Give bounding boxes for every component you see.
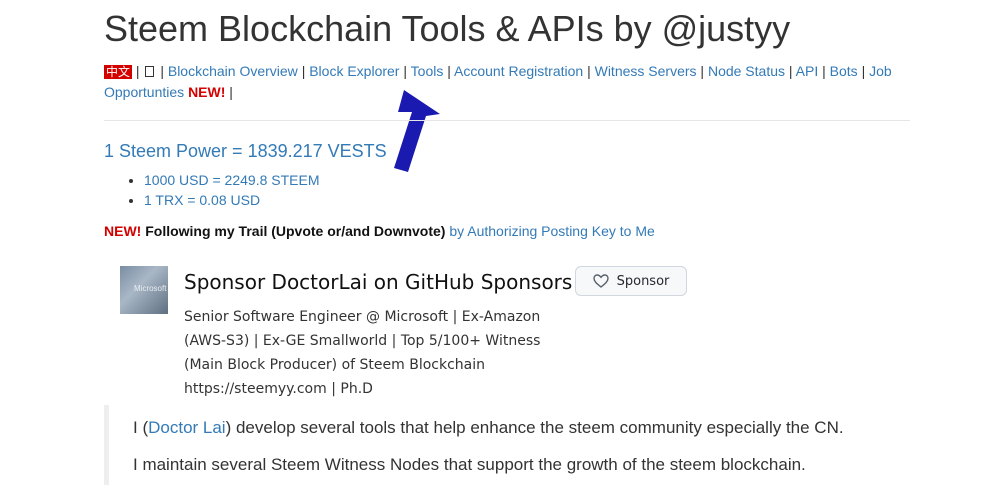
divider: [104, 120, 910, 121]
top-nav: 中文 | | Blockchain Overview | Block Explo…: [104, 61, 904, 102]
nav-link-node-status[interactable]: Node Status: [708, 63, 785, 79]
new-badge: NEW!: [104, 223, 142, 239]
nav-separator: |: [447, 63, 451, 79]
steem-power-heading: 1 Steem Power = 1839.217 VESTS: [104, 141, 387, 161]
nav-link-block-explorer[interactable]: Block Explorer: [309, 63, 399, 79]
nav-separator: |: [587, 63, 591, 79]
intro-line-1: I (Doctor Lai) develop several tools tha…: [133, 418, 844, 438]
nav-separator: |: [301, 63, 306, 79]
nav-separator: |: [160, 63, 164, 79]
nav-link-account-registration[interactable]: Account Registration: [454, 63, 583, 79]
trail-notice: NEW! Following my Trail (Upvote or/and D…: [104, 221, 655, 241]
intro-line-1-prefix: I (: [133, 418, 149, 437]
list-item: 1000 USD = 2249.8 STEEM: [144, 170, 320, 190]
exchange-rate-list: 1000 USD = 2249.8 STEEM 1 TRX = 0.08 USD: [104, 170, 320, 210]
nav-separator: |: [403, 63, 408, 79]
sponsor-avatar[interactable]: Microsoft: [120, 266, 168, 314]
sponsor-button-label: Sponsor: [616, 273, 670, 289]
new-badge: NEW!: [188, 84, 226, 100]
nav-separator: |: [822, 63, 826, 79]
nav-link-api[interactable]: API: [796, 63, 819, 79]
nav-separator: |: [229, 84, 233, 100]
intro-blockquote: I (Doctor Lai) develop several tools tha…: [104, 405, 910, 485]
avatar-text: Microsoft: [134, 284, 167, 293]
doctor-lai-link[interactable]: Doctor Lai: [148, 418, 225, 437]
trail-text: Following my Trail (Upvote or/and Downvo…: [145, 223, 446, 239]
sponsor-button[interactable]: Sponsor: [575, 266, 687, 296]
intro-line-1-suffix: ) develop several tools that help enhanc…: [225, 418, 844, 437]
nav-separator: |: [788, 63, 793, 79]
heart-icon: [592, 274, 609, 288]
list-item: 1 TRX = 0.08 USD: [144, 190, 320, 210]
sponsor-title[interactable]: Sponsor DoctorLai on GitHub Sponsors: [184, 270, 572, 294]
rate-usd-steem[interactable]: 1000 USD = 2249.8 STEEM: [144, 172, 320, 188]
authorize-posting-key-link[interactable]: by Authorizing Posting Key to Me: [449, 223, 654, 239]
nav-separator: |: [861, 63, 866, 79]
nav-link-tools[interactable]: Tools: [411, 63, 444, 79]
nav-separator: |: [700, 63, 705, 79]
nav-link-blockchain-overview[interactable]: Blockchain Overview: [168, 63, 298, 79]
lang-chinese-link[interactable]: 中文: [104, 65, 133, 79]
rate-trx-usd[interactable]: 1 TRX = 0.08 USD: [144, 192, 260, 208]
sponsor-description: Senior Software Engineer @ Microsoft | E…: [184, 309, 541, 397]
nav-separator: |: [135, 63, 140, 79]
intro-line-2: I maintain several Steem Witness Nodes t…: [133, 455, 806, 474]
nav-link-bots[interactable]: Bots: [830, 63, 858, 79]
missing-glyph-icon: [145, 66, 155, 77]
page-title: Steem Blockchain Tools & APIs by @justyy: [104, 8, 791, 49]
nav-link-witness-servers[interactable]: Witness Servers: [595, 63, 697, 79]
